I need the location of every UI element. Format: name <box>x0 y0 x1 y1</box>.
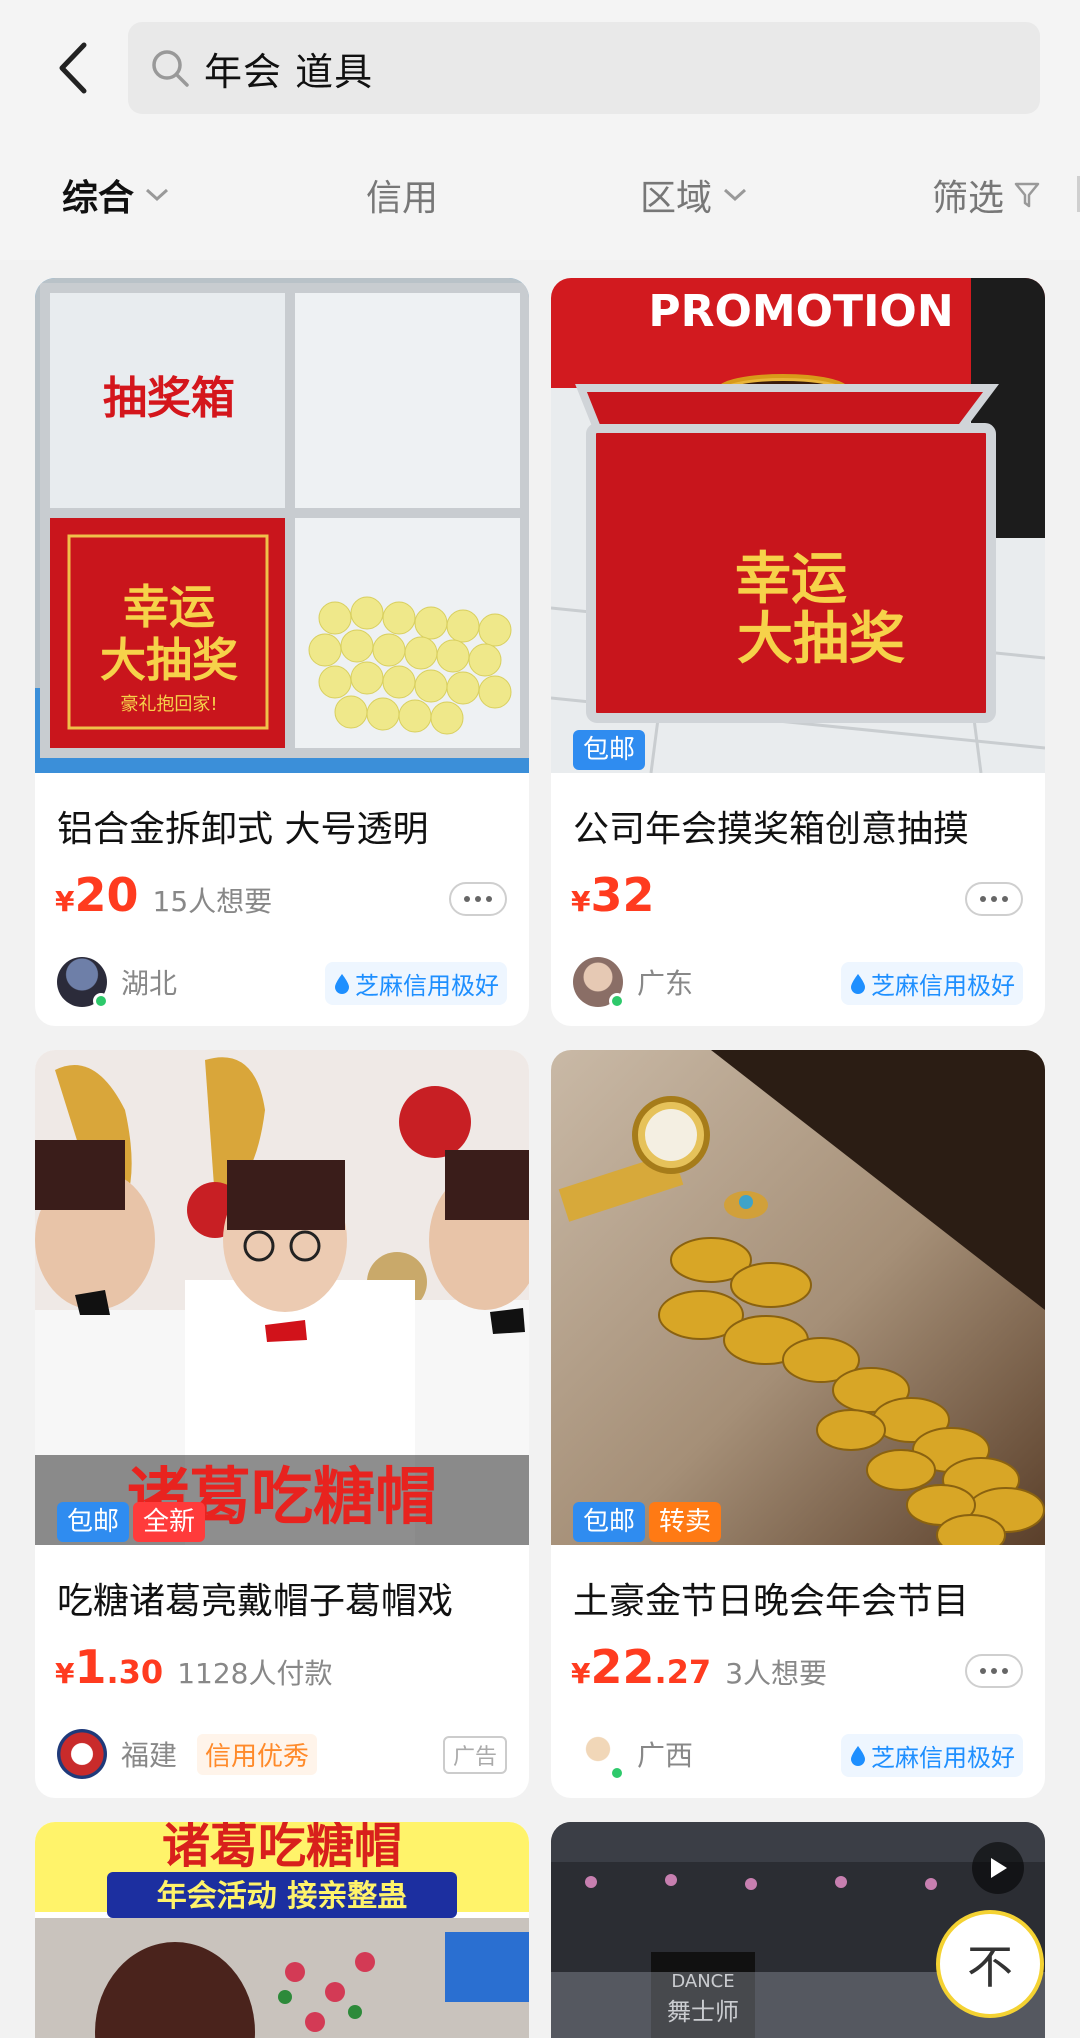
chevron-left-icon <box>59 42 87 94</box>
free-shipping-badge: 包邮 <box>573 730 646 770</box>
back-to-top-button[interactable]: 不 <box>936 1910 1044 2018</box>
product-image: 抽奖箱 幸运 大抽奖 豪礼抱回家! <box>35 278 529 773</box>
badge-list: 包邮 全新 <box>57 1502 206 1542</box>
image-text: 大抽奖 <box>737 606 905 672</box>
want-count: 3人想要 <box>725 1657 828 1690</box>
product-card[interactable]: 包邮 转卖 土豪金节日晚会年会节目 ¥22.27 3人想要 广西 芝麻信用极好 <box>551 1050 1045 1798</box>
filter-label: 信用 <box>366 178 439 219</box>
credit-badge: 芝麻信用极好 <box>841 1734 1023 1777</box>
online-indicator <box>93 993 109 1009</box>
price: ¥22.27 <box>571 1640 712 1694</box>
top-bar: 年会 道具 综合 信用 区域 筛选 <box>0 0 1080 260</box>
product-title: 铝合金拆卸式 大号透明 <box>57 809 429 850</box>
free-shipping-badge: 包邮 <box>57 1502 130 1542</box>
play-icon <box>991 1858 1007 1878</box>
image-text: 豪礼抱回家! <box>120 694 217 715</box>
free-shipping-badge: 包邮 <box>573 1502 646 1542</box>
seller-region: 湖北 <box>121 967 178 1000</box>
avatar[interactable] <box>573 1729 625 1781</box>
online-indicator <box>609 993 625 1009</box>
product-title: 吃糖诸葛亮戴帽子葛帽戏 <box>57 1581 454 1622</box>
image-text: 抽奖箱 <box>103 373 235 424</box>
price-row: ¥22.27 3人想要 <box>571 1640 827 1696</box>
price-row: ¥20 15人想要 <box>55 868 272 924</box>
seller-row: 广东 芝麻信用极好 <box>573 954 1023 1010</box>
more-options-button[interactable] <box>449 882 507 916</box>
seller-region: 福建 <box>121 1739 178 1772</box>
credit-badge: 信用优秀 <box>197 1733 318 1775</box>
dot-icon <box>464 896 470 902</box>
video-play-button[interactable] <box>972 1842 1024 1894</box>
want-count: 15人想要 <box>152 885 273 918</box>
badge-list: 包邮 转卖 <box>573 1502 722 1542</box>
dot-icon <box>991 1668 997 1674</box>
filter-label: 筛选 <box>932 178 1005 219</box>
dot-icon <box>980 896 986 902</box>
dot-icon <box>991 896 997 902</box>
filter-credit[interactable]: 信用 <box>366 160 438 230</box>
avatar[interactable] <box>57 1729 107 1779</box>
paid-count: 1128人付款 <box>177 1657 333 1690</box>
dot-icon <box>1002 1668 1008 1674</box>
back-button[interactable] <box>48 36 98 100</box>
search-input[interactable]: 年会 道具 <box>128 22 1040 114</box>
drop-icon <box>333 973 351 995</box>
dot-icon <box>1002 896 1008 902</box>
more-options-button[interactable] <box>965 882 1023 916</box>
new-badge: 全新 <box>133 1502 206 1542</box>
filter-bar: 综合 信用 区域 筛选 <box>0 160 1080 230</box>
image-text: PROMOTION <box>648 286 953 337</box>
seller-row: 福建 信用优秀 广告 <box>57 1726 507 1782</box>
image-text: 诸葛吃糖帽 <box>162 1822 402 1874</box>
product-title: 公司年会摸奖箱创意抽摸 <box>573 809 970 850</box>
image-text: 年会活动 接亲整蛊 <box>157 1879 407 1914</box>
product-image: 诸葛吃糖帽 <box>35 1050 529 1545</box>
dot-icon <box>475 896 481 902</box>
funnel-icon <box>1014 181 1040 209</box>
product-title: 土豪金节日晚会年会节目 <box>573 1581 970 1622</box>
image-text: 幸运 <box>123 580 215 634</box>
avatar[interactable] <box>573 957 625 1009</box>
online-indicator <box>609 1765 625 1781</box>
filter-label: 区域 <box>640 178 713 219</box>
product-card[interactable]: 诸葛吃糖帽 年会活动 接亲整蛊 <box>35 1822 529 2038</box>
product-card[interactable]: 抽奖箱 幸运 大抽奖 豪礼抱回家! 铝合金拆卸式 大号透明 ¥20 15人想要 … <box>35 278 529 1026</box>
avatar[interactable] <box>57 957 109 1009</box>
credit-badge: 芝麻信用极好 <box>841 962 1023 1005</box>
search-icon <box>152 50 189 87</box>
dot-icon <box>486 896 492 902</box>
dot-icon <box>980 1668 986 1674</box>
resell-badge: 转卖 <box>649 1502 722 1542</box>
image-text: 幸运 <box>735 546 847 612</box>
product-image: PROMOTION 幸运 大抽奖 <box>551 278 1045 773</box>
back-to-top-label: 不 <box>967 1940 1013 1994</box>
price-row: ¥1.30 1128人付款 <box>55 1640 332 1696</box>
drop-icon <box>849 1745 867 1767</box>
seller-row: 广西 芝麻信用极好 <box>573 1726 1023 1782</box>
filter-screen[interactable]: 筛选 <box>932 160 1040 230</box>
filter-label: 综合 <box>62 178 135 219</box>
search-query: 年会 道具 <box>204 49 374 94</box>
seller-region: 广西 <box>637 1739 694 1772</box>
badge-list: 包邮 <box>573 730 646 770</box>
filter-region[interactable]: 区域 <box>640 160 748 230</box>
product-card[interactable]: 诸葛吃糖帽 包邮 全新 吃糖诸葛亮戴帽子葛帽戏 ¥1.30 1128人付款 福建… <box>35 1050 529 1798</box>
seller-row: 湖北 芝麻信用极好 <box>57 954 507 1010</box>
price-row: ¥32 <box>571 868 655 924</box>
chevron-down-icon <box>144 187 170 203</box>
image-text: 大抽奖 <box>100 633 238 687</box>
product-image <box>551 1050 1045 1545</box>
price: ¥1.30 <box>55 1640 164 1694</box>
seller-region: 广东 <box>637 967 694 1000</box>
price: ¥20 <box>55 868 139 922</box>
product-image: 诸葛吃糖帽 年会活动 接亲整蛊 <box>35 1822 529 2038</box>
price: ¥32 <box>571 868 655 922</box>
credit-badge: 芝麻信用极好 <box>325 962 507 1005</box>
drop-icon <box>849 973 867 995</box>
filter-comprehensive[interactable]: 综合 <box>62 160 170 230</box>
more-options-button[interactable] <box>965 1654 1023 1688</box>
chevron-down-icon <box>722 187 748 203</box>
product-card[interactable]: PROMOTION 幸运 大抽奖 包邮 公司年会摸奖箱创意抽摸 ¥32 广东 芝… <box>551 278 1045 1026</box>
ad-tag: 广告 <box>442 1736 507 1774</box>
